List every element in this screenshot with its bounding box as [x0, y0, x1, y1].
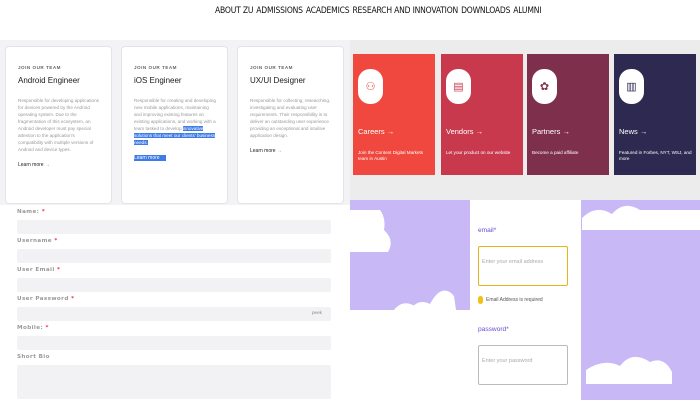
learn-more-link[interactable]: Learn more → [250, 148, 282, 154]
nav-alumni[interactable]: ALUMNI [513, 6, 541, 16]
email-label: email* [478, 227, 497, 234]
email-field[interactable] [17, 278, 331, 292]
username-label: Username * [17, 238, 58, 244]
tile-description: Become a paid affiliate [532, 150, 579, 155]
tiles-section: ⚇ Careers → Join the Content Digital Mar… [350, 40, 700, 200]
password-label-text: User Password [17, 296, 69, 302]
tile-news[interactable]: ▥ News → Featured in Forbes, NYT, WSJ, a… [614, 54, 696, 175]
cloud-shape [582, 205, 700, 230]
partners-icon: ✿ [532, 69, 557, 104]
nav-downloads[interactable]: DOWNLOADS [461, 6, 510, 16]
arrow-right-icon: → [44, 162, 50, 168]
password-input[interactable]: Enter your password [478, 345, 568, 385]
card-kicker: JOIN OUR TEAM [250, 65, 293, 70]
card-description-text: Responsible for creating and developing … [134, 98, 216, 131]
card-title: Android Engineer [18, 76, 80, 85]
tile-title: Vendors → [446, 127, 484, 136]
top-nav: ABOUT ZU ADMISSIONS ACADEMICS RESEARCH A… [0, 0, 700, 40]
required-mark: * [45, 325, 49, 331]
tile-title: Partners → [532, 127, 570, 136]
tile-vendors[interactable]: ▤ Vendors → Let your product on our webs… [441, 54, 523, 175]
login-section: email* Enter your email address Email Ad… [350, 200, 700, 400]
job-card-android: JOIN OUR TEAM Android Engineer Responsib… [5, 46, 112, 204]
bio-label: Short Bio [17, 354, 50, 360]
tile-title: News → [619, 127, 648, 136]
nav-academics[interactable]: ACADEMICS [306, 6, 350, 16]
required-mark: * [57, 267, 61, 273]
tile-title-text: Careers [358, 127, 385, 136]
arrow-right-icon: → [276, 148, 282, 154]
cloud-shape [586, 356, 672, 384]
nav-links: ABOUT ZU ADMISSIONS ACADEMICS RESEARCH A… [215, 6, 542, 16]
mobile-field[interactable] [17, 336, 331, 350]
card-description: Responsible for creating and developing … [134, 97, 217, 146]
card-title: iOS Engineer [134, 76, 182, 85]
tile-partners[interactable]: ✿ Partners → Become a paid affiliate [527, 54, 609, 175]
card-kicker: JOIN OUR TEAM [134, 65, 177, 70]
username-label-text: Username [17, 238, 53, 244]
username-field[interactable] [17, 249, 331, 263]
careers-icon: ⚇ [358, 69, 383, 104]
cloud-shape [350, 210, 391, 252]
mobile-label: Mobile: * [17, 325, 49, 331]
tile-title-text: News [619, 127, 638, 136]
tile-careers[interactable]: ⚇ Careers → Join the Content Digital Mar… [353, 54, 435, 175]
job-cards-section: JOIN OUR TEAM Android Engineer Responsib… [0, 40, 350, 210]
card-description: Responsible for collecting, researching,… [250, 98, 331, 138]
learn-more-label: Learn more [134, 155, 160, 161]
card-kicker: JOIN OUR TEAM [18, 65, 61, 70]
learn-more-label: Learn more [250, 148, 276, 154]
email-label: User Email * [17, 267, 60, 273]
learn-more-link[interactable]: Learn more → [134, 155, 166, 161]
password-label: User Password * [17, 296, 74, 302]
show-password-toggle[interactable]: peek [312, 310, 322, 315]
tile-description: Featured in Forbes, NYT, WSJ, and more [619, 150, 692, 161]
email-input[interactable]: Enter your email address [478, 246, 568, 286]
registration-form: Name: * Username * User Email * User Pas… [0, 205, 350, 400]
email-label-text: User Email [17, 267, 55, 273]
news-icon: ▥ [619, 69, 644, 104]
job-card-ios: JOIN OUR TEAM iOS Engineer Responsible f… [121, 46, 228, 204]
required-mark: * [71, 296, 75, 302]
nav-admissions[interactable]: ADMISSIONS [256, 6, 303, 16]
tile-description: Join the Content Digital Markets team in… [358, 150, 424, 161]
login-panel: email* Enter your email address Email Ad… [470, 200, 581, 400]
password-label: password* [478, 326, 509, 333]
name-label-text: Name: [17, 209, 40, 215]
name-field[interactable] [17, 220, 331, 234]
arrow-right-icon: → [160, 155, 166, 161]
page: ABOUT ZU ADMISSIONS ACADEMICS RESEARCH A… [0, 0, 700, 400]
name-label: Name: * [17, 209, 45, 215]
password-field[interactable] [17, 307, 331, 321]
learn-more-label: Learn more [18, 162, 44, 168]
tile-title-text: Partners [532, 127, 561, 136]
required-mark: * [54, 238, 58, 244]
email-error: Email Address is required [478, 296, 543, 304]
required-mark: * [41, 209, 46, 215]
card-title: UX/UI Designer [250, 76, 306, 85]
mobile-label-text: Mobile: [17, 325, 44, 331]
vendors-icon: ▤ [446, 69, 471, 104]
nav-about[interactable]: ABOUT ZU [215, 6, 253, 16]
card-description: Responsible for developing applications … [18, 98, 99, 152]
tile-title: Careers → [358, 127, 395, 136]
job-card-uxui: JOIN OUR TEAM UX/UI Designer Responsible… [237, 46, 344, 204]
nav-research[interactable]: RESEARCH AND INNOVATION [352, 6, 458, 16]
tile-title-text: Vendors [446, 127, 474, 136]
tile-description: Let your product on our website [446, 150, 511, 155]
learn-more-link[interactable]: Learn more → [18, 162, 50, 168]
warning-icon [478, 296, 483, 304]
bio-field[interactable] [17, 365, 331, 399]
email-error-text: Email Address is required [486, 297, 543, 303]
